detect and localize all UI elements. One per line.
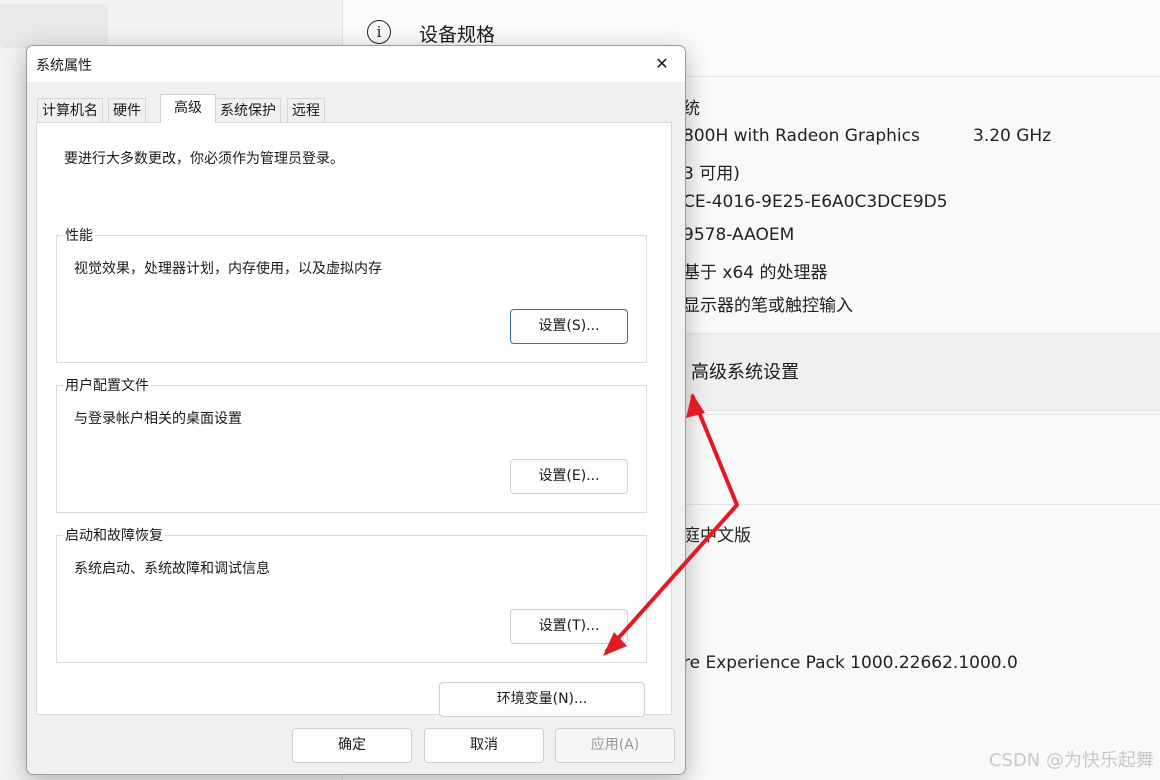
tab-system-protection[interactable]: 系统保护 [215, 98, 281, 122]
apply-button[interactable]: 应用(A) [555, 728, 675, 763]
device-specs-title: 设备规格 [419, 24, 496, 46]
advanced-system-settings-link[interactable]: 高级系统设置 [691, 358, 799, 384]
info-icon: i [367, 20, 391, 44]
performance-group-title: 性能 [63, 225, 95, 245]
dialog-title: 系统属性 [36, 58, 92, 74]
tab-hardware[interactable]: 硬件 [108, 98, 146, 122]
spec-device-id: CE-4016-9E25-E6A0C3DCE9D5 [683, 192, 948, 212]
startup-recovery-settings-button[interactable]: 设置(T)... [510, 609, 628, 644]
tab-advanced[interactable]: 高级 [160, 94, 216, 123]
cancel-button[interactable]: 取消 [424, 728, 544, 763]
system-properties-dialog: 系统属性 ✕ 计算机名 硬件 高级 系统保护 远程 要进行大多数更改，你必须作为… [26, 45, 686, 775]
startup-recovery-group: 启动和故障恢复 系统启动、系统故障和调试信息 设置(T)... [56, 525, 647, 663]
user-profiles-description: 与登录帐户相关的桌面设置 [74, 411, 242, 427]
performance-settings-button[interactable]: 设置(S)... [510, 309, 628, 344]
spec-product-id: 9578-AAOEM [683, 225, 795, 245]
startup-recovery-group-title: 启动和故障恢复 [63, 525, 165, 545]
performance-description: 视觉效果，处理器计划，内存使用，以及虚拟内存 [74, 261, 382, 277]
spec-experience: re Experience Pack 1000.22662.1000.0 [683, 653, 1018, 673]
performance-group: 性能 视觉效果，处理器计划，内存使用，以及虚拟内存 设置(S)... [56, 225, 647, 363]
dialog-title-bar[interactable]: 系统属性 ✕ [27, 46, 685, 82]
user-profiles-group-title: 用户配置文件 [63, 375, 151, 395]
advanced-tab-panel: 要进行大多数更改，你必须作为管理员登录。 性能 视觉效果，处理器计划，内存使用，… [36, 122, 672, 717]
environment-variables-button[interactable]: 环境变量(N)... [439, 682, 645, 717]
spec-system-type: 基于 x64 的处理器 [683, 263, 828, 283]
spec-ram: 3 可用) [683, 164, 740, 184]
close-button[interactable]: ✕ [649, 52, 675, 76]
tab-computer-name[interactable]: 计算机名 [37, 98, 103, 122]
watermark: CSDN @为快乐起舞 [988, 750, 1154, 771]
spec-processor-frequency: 3.20 GHz [973, 126, 1052, 146]
spec-pen-touch: 显示器的笔或触控输入 [683, 296, 853, 316]
user-profiles-settings-button[interactable]: 设置(E)... [510, 459, 628, 494]
admin-note: 要进行大多数更改，你必须作为管理员登录。 [64, 151, 344, 167]
settings-nav-selected-item[interactable] [0, 4, 108, 48]
tab-remote[interactable]: 远程 [287, 98, 325, 122]
ok-button[interactable]: 确定 [292, 728, 412, 763]
startup-recovery-description: 系统启动、系统故障和调试信息 [74, 561, 270, 577]
spec-processor: 800H with Radeon Graphics [683, 126, 920, 146]
user-profiles-group: 用户配置文件 与登录帐户相关的桌面设置 设置(E)... [56, 375, 647, 513]
spec-edition: 庭中文版 [683, 526, 751, 546]
